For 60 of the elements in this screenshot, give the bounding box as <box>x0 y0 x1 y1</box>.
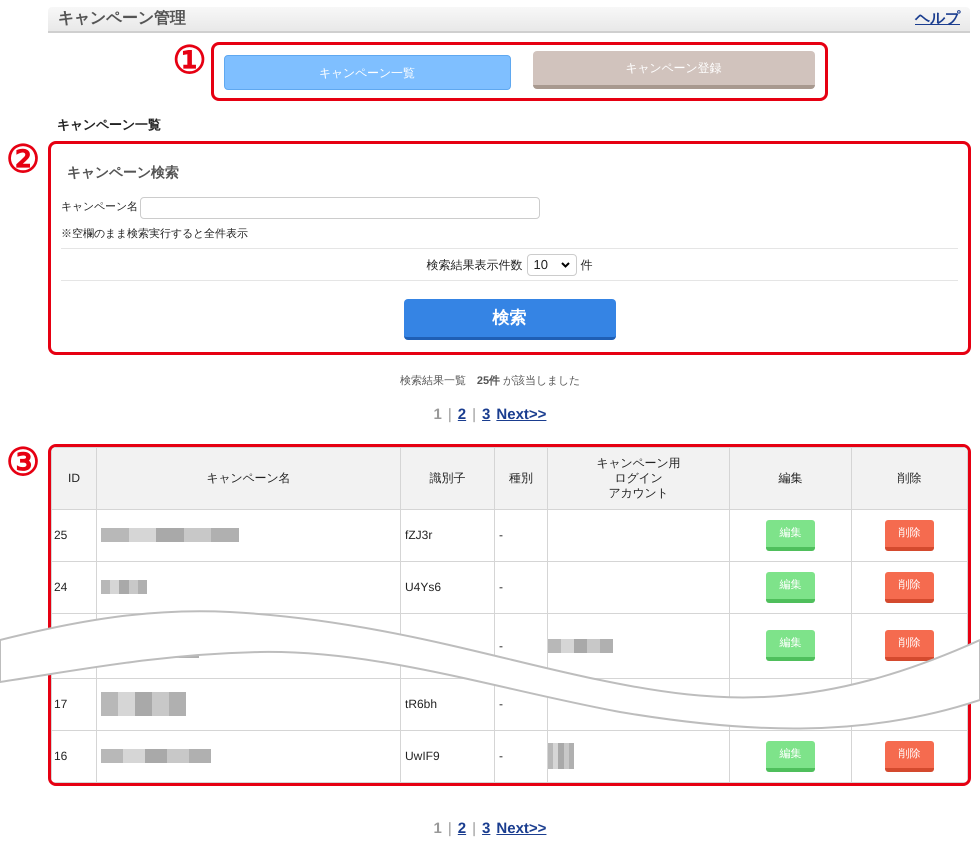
section-heading: キャンペーン一覧 <box>57 116 162 134</box>
edit-button[interactable]: 編集 <box>766 740 815 772</box>
separator: | <box>448 405 452 425</box>
page-title: キャンペーン管理 <box>58 8 186 29</box>
field-label: 検索結果表示件数 <box>426 256 522 274</box>
table-cell: - <box>499 580 503 594</box>
column-header: 削除 <box>852 447 968 509</box>
table-cell: 17 <box>54 697 68 711</box>
page-link[interactable]: 3 <box>482 404 490 426</box>
search-button[interactable]: 検索 <box>404 299 616 340</box>
column-header: 編集 <box>730 447 852 509</box>
annotation-number: ② <box>6 138 40 180</box>
help-link[interactable]: ヘルプ <box>915 8 960 30</box>
edit-button[interactable]: 編集 <box>766 630 815 661</box>
table-cell: 16 <box>54 749 68 763</box>
tab[interactable]: キャンペーン一覧 <box>224 55 510 90</box>
table-cell: tR6bh <box>405 697 438 711</box>
tab[interactable]: キャンペーン登録 <box>532 50 814 88</box>
result-summary: 検索結果一覧 25件 が該当しました <box>400 374 580 388</box>
delete-button[interactable]: 削除 <box>885 630 934 661</box>
edit-button[interactable]: 編集 <box>766 572 815 602</box>
table-cell: fZJ3r <box>405 528 432 542</box>
annotation-number: ① <box>172 42 206 80</box>
unit-label: 件 <box>580 256 592 274</box>
hint-text: ※空欄のまま検索実行すると全件表示 <box>61 226 249 242</box>
column-header: 識別子 <box>400 447 494 509</box>
delete-button[interactable]: 削除 <box>885 572 934 602</box>
page-link[interactable]: 2 <box>458 818 466 840</box>
chevron-down-icon <box>560 262 570 268</box>
table-cell: - <box>499 749 503 763</box>
column-header: キャンペーン用 <box>596 456 682 470</box>
panel-title: キャンペーン検索 <box>67 162 180 182</box>
next-link[interactable]: Next>> <box>496 404 546 426</box>
table-cell: - <box>499 638 503 652</box>
campaign-name-field[interactable] <box>140 196 540 218</box>
column-header: ログイン <box>614 470 664 486</box>
edit-button[interactable]: 編集 <box>766 520 815 550</box>
page-link[interactable]: 3 <box>482 818 490 840</box>
column-header: アカウント <box>608 486 670 500</box>
page-link[interactable]: 2 <box>458 404 466 426</box>
table-cell: - <box>499 697 503 711</box>
page-link[interactable]: 1 <box>434 404 442 426</box>
column-header: キャンペーン名 <box>96 447 400 509</box>
field-label: キャンペーン名 <box>61 200 138 216</box>
separator: | <box>448 818 452 838</box>
table-cell: 25 <box>54 528 68 542</box>
column-header: ID <box>52 447 96 509</box>
delete-button[interactable]: 削除 <box>885 520 934 550</box>
table-cell: U4Ys6 <box>405 580 442 594</box>
table-cell: 24 <box>54 580 68 594</box>
table-cell: UwIF9 <box>405 749 440 763</box>
table-cell: - <box>499 528 503 542</box>
count-select[interactable]: 10 <box>526 254 576 276</box>
delete-button[interactable]: 削除 <box>885 740 934 772</box>
annotation-number: ③ <box>6 442 40 484</box>
separator: | <box>472 818 476 838</box>
page-link[interactable]: 1 <box>434 818 442 840</box>
next-link[interactable]: Next>> <box>496 818 546 840</box>
column-header: 種別 <box>494 447 548 509</box>
separator: | <box>472 405 476 425</box>
